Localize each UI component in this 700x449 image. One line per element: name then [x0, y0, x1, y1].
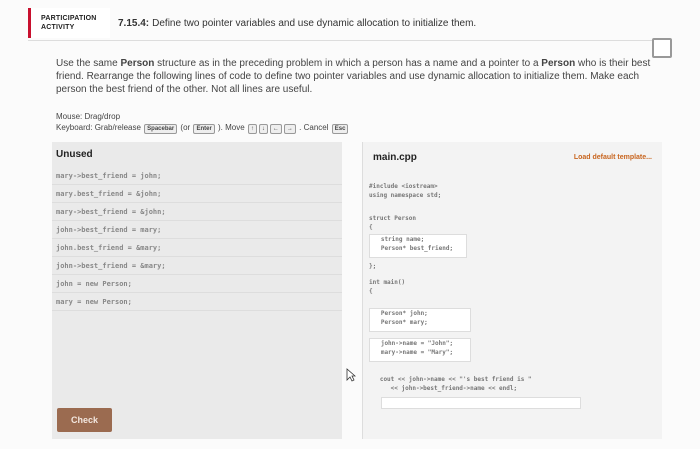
or-text: (or [180, 123, 191, 132]
mouse-hint: Mouse: Drag/drop [56, 112, 121, 121]
drop-slot[interactable]: string name; Person* best_friend; [369, 234, 467, 258]
keyboard-hint: Keyboard: Grab/release Spacebar (or Ente… [56, 122, 349, 134]
right-arrow-key: → [283, 124, 296, 134]
unused-title: Unused [56, 149, 93, 160]
activity-title-text: Define two pointer variables and use dyn… [152, 17, 477, 29]
spacebar-key: Spacebar [144, 124, 178, 134]
esc-key: Esc [331, 124, 349, 134]
keyboard-prefix: Keyboard: Grab/release [56, 123, 141, 132]
left-arrow-key: ← [269, 124, 282, 134]
desc-text-1: Use the same [56, 58, 121, 69]
up-arrow-key: ↑ [247, 124, 257, 134]
instructions: Use the same Person structure as in the … [56, 57, 666, 96]
move-text: ). Move [218, 123, 245, 132]
load-default-template-link[interactable]: Load default template... [574, 154, 652, 161]
participation-badge: PARTICIPATION ACTIVITY [28, 8, 110, 38]
code-tile[interactable]: mary = new Person; [52, 293, 342, 311]
enter-key: Enter [193, 124, 215, 134]
header-divider [28, 40, 668, 41]
cancel-text: . Cancel [299, 123, 329, 132]
badge-line-2: ACTIVITY [41, 24, 75, 31]
filename: main.cpp [373, 151, 417, 163]
check-button[interactable]: Check [57, 408, 112, 432]
drop-slot[interactable]: Person* john; Person* mary; [369, 308, 471, 332]
down-arrow-key: ↓ [258, 124, 268, 134]
code-tile[interactable]: john.best_friend = &mary; [52, 239, 342, 257]
code-tile[interactable]: mary->best_friend = &john; [52, 203, 342, 221]
code-block: cout << john->name << "'s best friend is… [379, 376, 532, 392]
completion-checkbox [652, 38, 672, 58]
activity-number: 7.15.4: [118, 17, 150, 29]
activity-header: PARTICIPATION ACTIVITY 7.15.4: Define tw… [28, 8, 700, 38]
code-tile[interactable]: mary->best_friend = john; [52, 167, 342, 185]
unused-panel: Unused mary->best_friend = john; mary.be… [52, 142, 342, 439]
code-block: struct Person { [369, 215, 416, 231]
main-cpp-panel: main.cpp Load default template... #inclu… [362, 142, 662, 439]
code-tile[interactable]: john = new Person; [52, 275, 342, 293]
keyboard-hints: Mouse: Drag/drop Keyboard: Grab/release … [56, 111, 349, 134]
code-block: int main() { [369, 279, 406, 295]
code-tile[interactable]: john->best_friend = &mary; [52, 257, 342, 275]
drop-slot[interactable]: john->name = "John"; mary->name = "Mary"… [369, 338, 471, 362]
drop-slot[interactable] [381, 397, 581, 409]
code-block: #include <iostream> using namespace std; [369, 183, 442, 199]
activity-title: 7.15.4: Define two pointer variables and… [118, 18, 476, 29]
desc-type-2: Person [541, 58, 576, 69]
desc-text-2: structure as in the preceding problem in… [154, 58, 542, 69]
code-tile[interactable]: john->best_friend = mary; [52, 221, 342, 239]
badge-line-1: PARTICIPATION [41, 15, 97, 22]
main-header: main.cpp Load default template... [363, 142, 662, 172]
mouse-cursor-icon [346, 368, 356, 382]
code-block: }; [369, 263, 377, 270]
desc-type-1: Person [120, 58, 155, 69]
code-tile[interactable]: mary.best_friend = &john; [52, 185, 342, 203]
